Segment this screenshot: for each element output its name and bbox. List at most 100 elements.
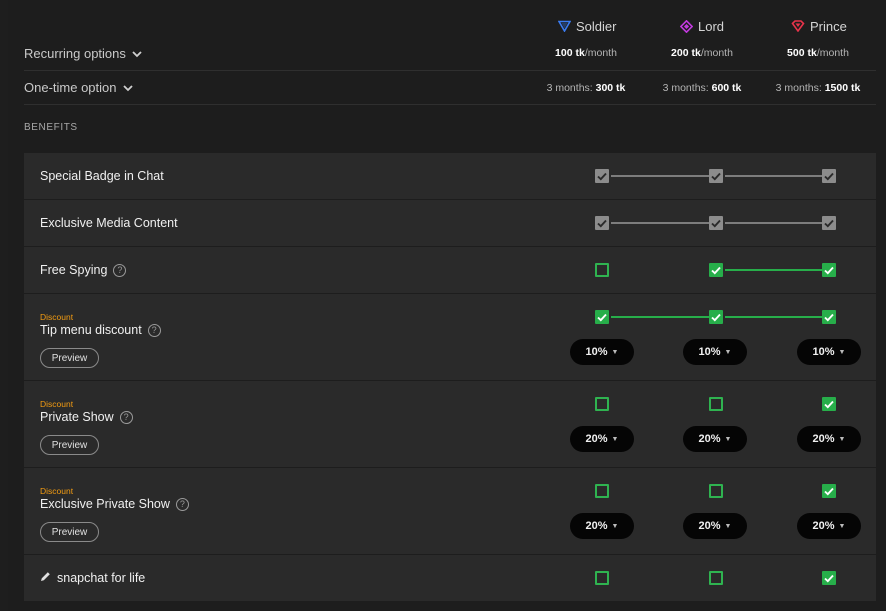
benefit-checkbox-prince[interactable] xyxy=(822,310,836,324)
benefit-row: Exclusive Media Content xyxy=(24,199,876,246)
benefit-title: Exclusive Media Content xyxy=(40,216,178,230)
benefit-title: Private Show? xyxy=(40,410,133,424)
benefit-checkbox-soldier[interactable] xyxy=(595,310,609,324)
benefit-checkbox-prince[interactable] xyxy=(822,169,836,183)
help-icon[interactable]: ? xyxy=(119,410,133,424)
chevron-down-icon xyxy=(132,46,142,61)
tier-header-prince: Prince xyxy=(791,17,847,35)
benefit-checkbox-prince[interactable] xyxy=(822,397,836,411)
price-recurring-soldier: 100 tk/month xyxy=(555,47,617,59)
benefit-checkbox-lord[interactable] xyxy=(709,571,723,585)
preview-button[interactable]: Preview xyxy=(40,435,99,455)
discount-select-soldier[interactable]: 20% ▼ xyxy=(570,426,634,452)
benefit-checkbox-soldier[interactable] xyxy=(595,397,609,411)
benefit-checkbox-soldier[interactable] xyxy=(595,169,609,183)
benefit-row: snapchat for life xyxy=(24,554,876,601)
chevron-down-icon: ▼ xyxy=(611,348,619,356)
chevron-down-icon: ▼ xyxy=(611,435,619,443)
benefit-title: snapchat for life xyxy=(40,571,145,585)
divider xyxy=(24,70,876,71)
price-recurring-prince: 500 tk/month xyxy=(787,47,849,59)
preview-button[interactable]: Preview xyxy=(40,522,99,542)
tier-connector-line xyxy=(611,175,709,177)
benefit-title-text: Exclusive Media Content xyxy=(40,216,178,230)
benefit-checkbox-soldier[interactable] xyxy=(595,484,609,498)
chevron-down-icon: ▼ xyxy=(724,435,732,443)
onetime-option-label: One-time option xyxy=(24,80,117,95)
benefit-title-text: Special Badge in Chat xyxy=(40,169,164,183)
discount-select-prince[interactable]: 20% ▼ xyxy=(797,426,861,452)
discount-value: 20% xyxy=(812,520,835,532)
help-icon[interactable]: ? xyxy=(175,497,189,511)
price-onetime-soldier: 3 months: 300 tk xyxy=(546,82,626,94)
discount-select-lord[interactable]: 20% ▼ xyxy=(683,426,747,452)
price-recurring-lord: 200 tk/month xyxy=(671,47,733,59)
benefit-checkbox-prince[interactable] xyxy=(822,571,836,585)
discount-value: 20% xyxy=(585,520,608,532)
recurring-options-label: Recurring options xyxy=(24,46,126,61)
benefit-title: Exclusive Private Show? xyxy=(40,497,189,511)
tier-connector-line xyxy=(725,269,822,271)
discount-select-lord[interactable]: 10% ▼ xyxy=(683,339,747,365)
benefit-checkbox-lord[interactable] xyxy=(709,263,723,277)
chevron-down-icon: ▼ xyxy=(724,348,732,356)
benefit-title: Free Spying? xyxy=(40,263,127,277)
benefit-title: Tip menu discount? xyxy=(40,323,161,337)
benefit-checkbox-lord[interactable] xyxy=(709,397,723,411)
help-icon[interactable]: ? xyxy=(147,323,161,337)
discount-select-lord[interactable]: 20% ▼ xyxy=(683,513,747,539)
discount-select-prince[interactable]: 10% ▼ xyxy=(797,339,861,365)
tier-name: Prince xyxy=(810,18,847,34)
discount-value: 10% xyxy=(698,346,721,358)
tier-connector-line xyxy=(725,175,822,177)
chevron-down-icon: ▼ xyxy=(838,435,846,443)
tier-header-soldier: Soldier xyxy=(558,17,616,35)
preview-button[interactable]: Preview xyxy=(40,348,99,368)
benefit-row: Discount Private Show? Preview 20% ▼ 20% ▼ 20% ▼ xyxy=(24,380,876,467)
benefit-checkbox-lord[interactable] xyxy=(709,216,723,230)
chevron-down-icon xyxy=(122,80,133,95)
benefit-checkbox-soldier[interactable] xyxy=(595,216,609,230)
benefit-row: Discount Tip menu discount? Preview 10% ▼ 10%… xyxy=(24,293,876,380)
benefit-checkbox-lord[interactable] xyxy=(709,484,723,498)
discount-tag: Discount xyxy=(40,399,74,409)
benefit-checkbox-soldier[interactable] xyxy=(595,263,609,277)
discount-select-prince[interactable]: 20% ▼ xyxy=(797,513,861,539)
triangle-gem-icon xyxy=(558,20,571,32)
divider xyxy=(24,104,876,105)
benefit-title-text: snapchat for life xyxy=(57,571,146,585)
onetime-option-toggle[interactable]: One-time option xyxy=(24,80,133,95)
chevron-down-icon: ▼ xyxy=(838,348,846,356)
discount-value: 20% xyxy=(585,433,608,445)
benefit-checkbox-soldier[interactable] xyxy=(595,571,609,585)
benefit-checkbox-prince[interactable] xyxy=(822,263,836,277)
discount-tag: Discount xyxy=(40,312,74,322)
benefit-checkbox-lord[interactable] xyxy=(709,169,723,183)
heart-gem-icon xyxy=(791,20,805,32)
benefits-section-title: BENEFITS xyxy=(24,122,78,133)
chevron-down-icon: ▼ xyxy=(724,522,732,530)
discount-select-soldier[interactable]: 10% ▼ xyxy=(570,339,634,365)
benefit-checkbox-prince[interactable] xyxy=(822,216,836,230)
discount-select-soldier[interactable]: 20% ▼ xyxy=(570,513,634,539)
tier-name: Lord xyxy=(698,18,725,34)
discount-tag: Discount xyxy=(40,486,74,496)
recurring-options-toggle[interactable]: Recurring options xyxy=(24,46,142,61)
tier-connector-line xyxy=(725,316,822,318)
benefit-checkbox-lord[interactable] xyxy=(709,310,723,324)
benefit-title-text: Private Show xyxy=(40,410,114,424)
tier-connector-line xyxy=(611,222,709,224)
subscription-tiers-panel: Soldier Lord Prince Recurring options 10… xyxy=(8,0,886,611)
help-icon[interactable]: ? xyxy=(113,263,127,277)
tier-connector-line xyxy=(725,222,822,224)
pencil-icon xyxy=(40,571,51,585)
tier-connector-line xyxy=(611,316,709,318)
chevron-down-icon: ▼ xyxy=(838,522,846,530)
discount-value: 20% xyxy=(698,433,721,445)
benefit-title: Special Badge in Chat xyxy=(40,169,164,183)
diamond-gem-icon xyxy=(680,19,693,33)
benefit-row: Discount Exclusive Private Show? Preview 20… xyxy=(24,467,876,554)
benefit-checkbox-prince[interactable] xyxy=(822,484,836,498)
benefit-row: Free Spying? xyxy=(24,246,876,293)
benefit-title-text: Exclusive Private Show xyxy=(40,497,170,511)
